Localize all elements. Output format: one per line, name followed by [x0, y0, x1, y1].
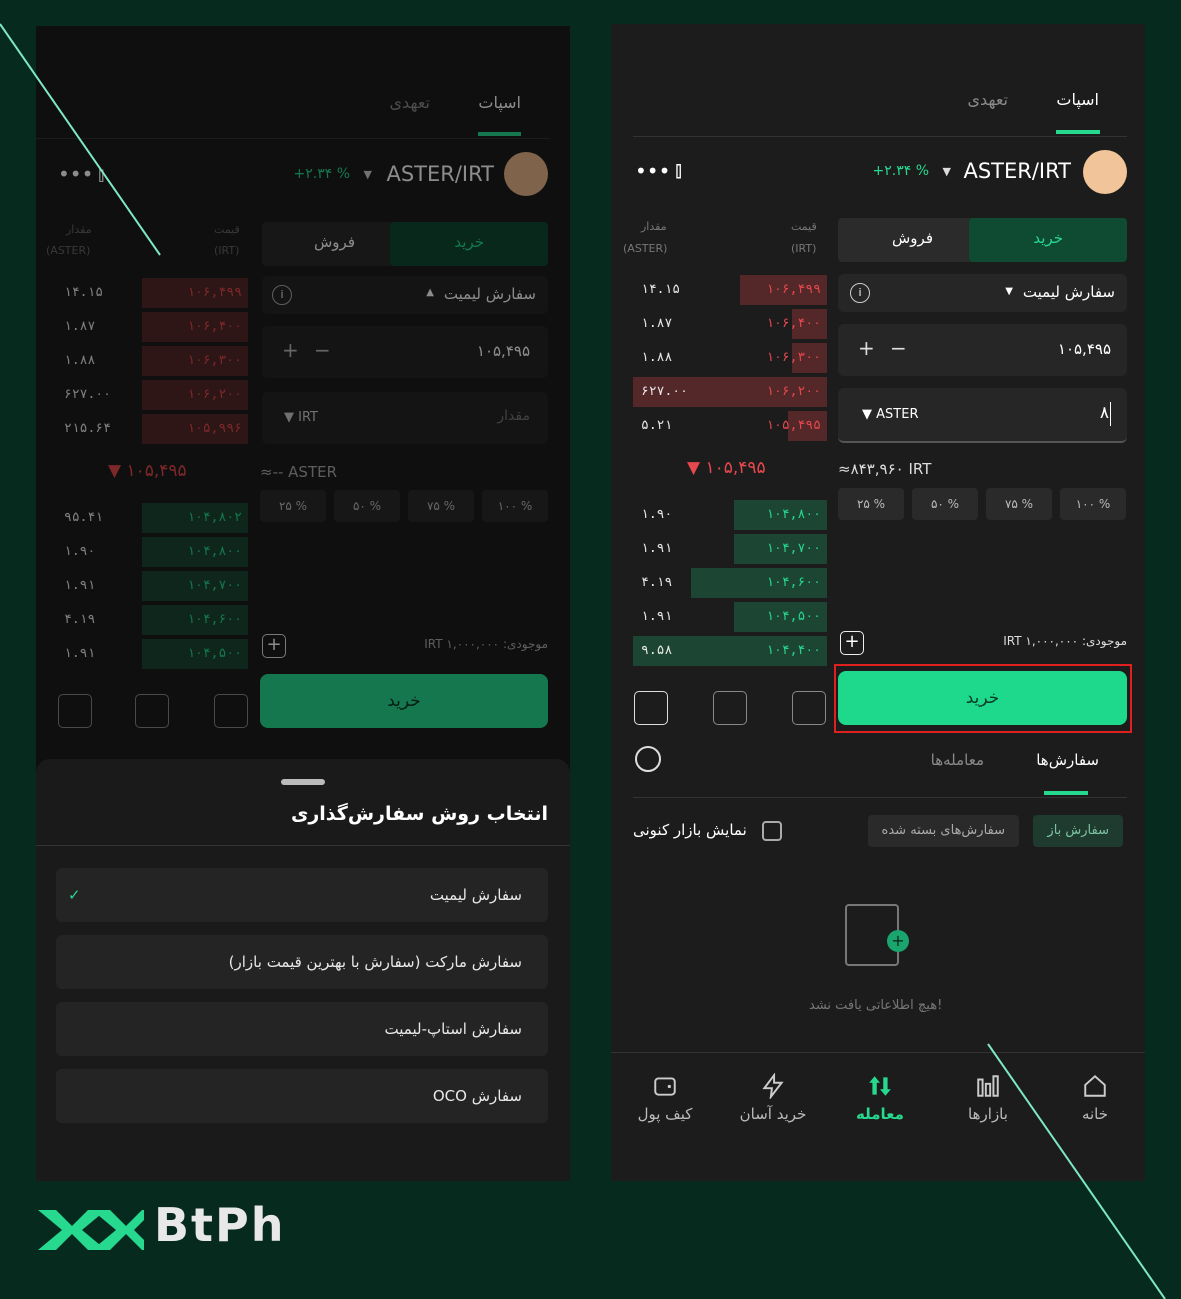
decor-line-bottom — [987, 1043, 1166, 1299]
brand-name: BtPh — [154, 1198, 286, 1252]
decor-line-top — [0, 23, 161, 256]
decor-lines — [0, 23, 1166, 1299]
brand-mark-icon — [38, 1210, 144, 1250]
